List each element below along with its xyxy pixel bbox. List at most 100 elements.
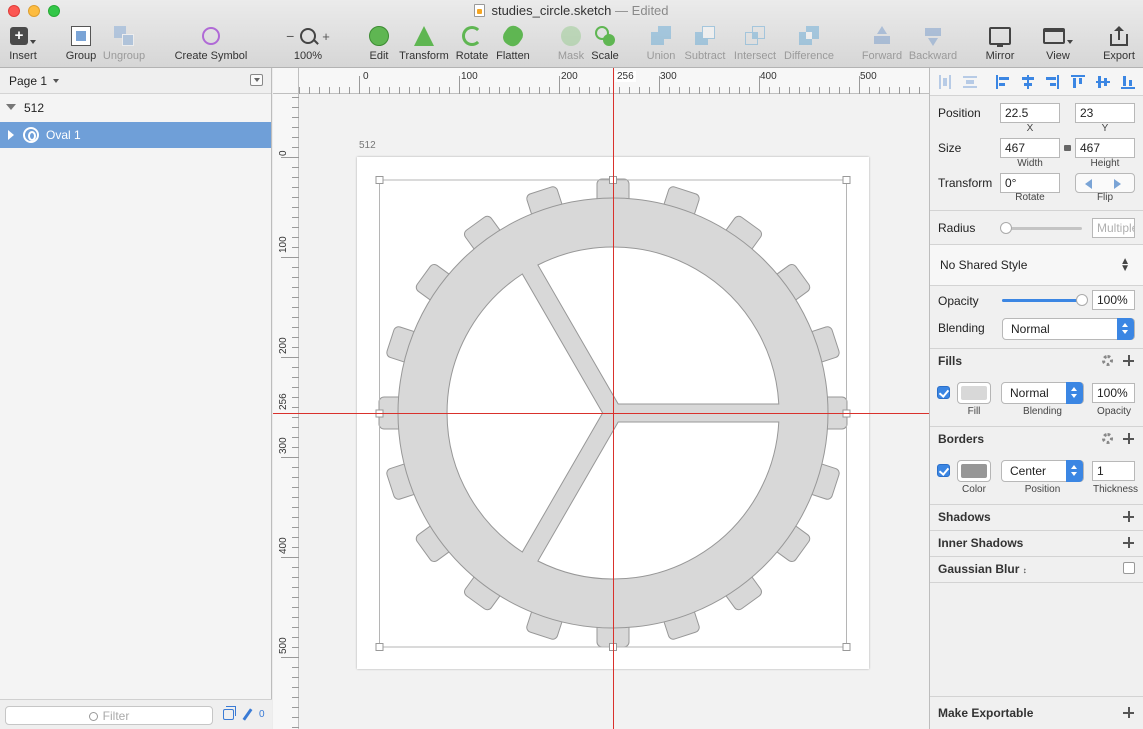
x-input[interactable]: 22.5 (1000, 103, 1060, 123)
chevron-down-icon (30, 40, 36, 44)
border-position-select[interactable]: Center (1001, 460, 1084, 482)
mask-label: Mask (557, 50, 585, 62)
blending-select[interactable]: Normal (1002, 318, 1135, 340)
transform-label: Transform (399, 50, 449, 62)
disclosure-open-icon[interactable] (6, 104, 16, 110)
align-center-icon[interactable] (1021, 75, 1035, 89)
ungroup-button[interactable]: Ungroup (102, 24, 146, 64)
forward-button[interactable]: Forward (861, 24, 903, 64)
export-button[interactable]: Export (1100, 24, 1138, 64)
disclosure-closed-icon[interactable] (8, 130, 14, 140)
subtract-button[interactable]: Subtract (681, 24, 729, 64)
brush-icon[interactable] (242, 708, 253, 721)
forward-label: Forward (861, 50, 903, 62)
lock-icon[interactable] (1064, 145, 1071, 151)
artboard-layer-label: 512 (24, 101, 45, 115)
v-tick-label: 0 (278, 150, 289, 156)
create-symbol-button[interactable]: Create Symbol (172, 24, 250, 64)
rotate-input[interactable]: 0° (1000, 173, 1060, 193)
transform-button[interactable]: Transform (398, 24, 450, 64)
collapse-pages-icon[interactable] (250, 74, 263, 86)
make-exportable-add-icon[interactable] (1123, 707, 1134, 718)
blending-label: Blending (938, 321, 985, 335)
fill-enabled-checkbox[interactable] (937, 386, 950, 399)
h-tick-label: 400 (760, 71, 777, 82)
add-border-icon[interactable] (1123, 433, 1134, 444)
copies-icon[interactable] (223, 706, 236, 720)
fill-opacity-input[interactable]: 100% (1092, 383, 1135, 403)
add-shadow-icon[interactable] (1123, 511, 1134, 522)
subtract-label: Subtract (684, 50, 726, 62)
vertical-guide-line[interactable] (613, 68, 614, 729)
insert-button[interactable]: + Insert (6, 24, 40, 64)
horizontal-ruler[interactable]: 0 100 200 256 300 400 500 (273, 68, 929, 94)
layer-item-artboard[interactable]: 512 (0, 94, 271, 122)
horizontal-guide-line[interactable] (273, 413, 929, 414)
fill-label: Fill (967, 406, 981, 417)
h-tick-label: 500 (860, 71, 877, 82)
page-selector[interactable]: Page 1 (0, 68, 271, 94)
fill-color-swatch[interactable] (957, 382, 991, 404)
distribute-horizontal-icon[interactable] (938, 75, 952, 89)
y-input[interactable]: 23 (1075, 103, 1135, 123)
edit-button[interactable]: Edit (364, 24, 394, 64)
align-middle-icon[interactable] (1096, 75, 1110, 89)
opacity-slider[interactable] (1002, 294, 1088, 306)
gear-icon[interactable] (1102, 355, 1113, 366)
inspector-panel: Position 22.5 X 23 Y Size 467 Width 467 … (929, 68, 1143, 729)
radius-input[interactable]: Multiple (1092, 218, 1135, 238)
artboard-title[interactable]: 512 (359, 140, 376, 151)
add-fill-icon[interactable] (1123, 355, 1134, 366)
gaussian-blur-title[interactable]: Gaussian Blur ↕ (938, 562, 1027, 576)
page-selector-label: Page 1 (9, 74, 60, 88)
opacity-input[interactable]: 100% (1092, 290, 1135, 310)
width-input[interactable]: 467 (1000, 138, 1060, 158)
filter-input[interactable]: Filter (5, 706, 213, 725)
intersect-button[interactable]: Intersect (732, 24, 778, 64)
width-label: Width (1017, 158, 1043, 169)
export-label: Export (1103, 50, 1135, 62)
mirror-button[interactable]: Mirror (982, 24, 1018, 64)
zoom-out-button[interactable]: − (286, 28, 294, 44)
align-left-icon[interactable] (996, 75, 1010, 89)
flip-horizontal-icon[interactable] (1085, 179, 1092, 189)
ungroup-label: Ungroup (102, 50, 146, 62)
v-tick-label: 400 (278, 537, 289, 554)
align-right-icon[interactable] (1045, 75, 1059, 89)
backward-button[interactable]: Backward (905, 24, 961, 64)
gaussian-blur-checkbox[interactable] (1123, 562, 1135, 574)
vertical-ruler[interactable]: 0 100 200 256 300 400 500 (273, 94, 299, 729)
scale-button[interactable]: Scale (589, 24, 621, 64)
v-tick-label: 500 (278, 637, 289, 654)
rotate-button[interactable]: Rotate (454, 24, 490, 64)
difference-button[interactable]: Difference (783, 24, 835, 64)
opacity-slider-knob[interactable] (1076, 294, 1088, 306)
border-thickness-input[interactable]: 1 (1092, 461, 1135, 481)
fill-blending-select[interactable]: Normal (1001, 382, 1084, 404)
height-input[interactable]: 467 (1075, 138, 1135, 158)
border-enabled-checkbox[interactable] (937, 464, 950, 477)
layer-item-oval[interactable]: Oval 1 (0, 122, 271, 148)
border-color-swatch[interactable] (957, 460, 991, 482)
flip-vertical-icon[interactable] (1114, 179, 1121, 189)
add-inner-shadow-icon[interactable] (1123, 537, 1134, 548)
export-icon (1110, 26, 1128, 46)
mask-button[interactable]: Mask (555, 24, 587, 64)
align-bottom-icon[interactable] (1121, 75, 1135, 89)
group-button[interactable]: Group (62, 24, 100, 64)
radius-slider-knob[interactable] (1000, 222, 1012, 234)
gear-icon[interactable] (1102, 433, 1113, 444)
view-button[interactable]: View (1040, 24, 1076, 64)
canvas[interactable]: 0 100 200 256 300 400 500 0 100 200 256 … (273, 68, 929, 729)
make-exportable-title: Make Exportable (938, 706, 1034, 720)
zoom-in-button[interactable]: + (322, 29, 330, 44)
fill-opacity-label: Opacity (1097, 406, 1131, 417)
union-button[interactable]: Union (644, 24, 678, 64)
distribute-vertical-icon[interactable] (963, 75, 977, 89)
align-top-icon[interactable] (1071, 75, 1085, 89)
radius-slider[interactable] (1000, 222, 1082, 234)
difference-label: Difference (784, 50, 834, 62)
flatten-button[interactable]: Flatten (494, 22, 532, 64)
zoom-icon[interactable] (300, 28, 320, 45)
shared-style-select[interactable]: No Shared Style ▲ ▼ (930, 245, 1143, 285)
